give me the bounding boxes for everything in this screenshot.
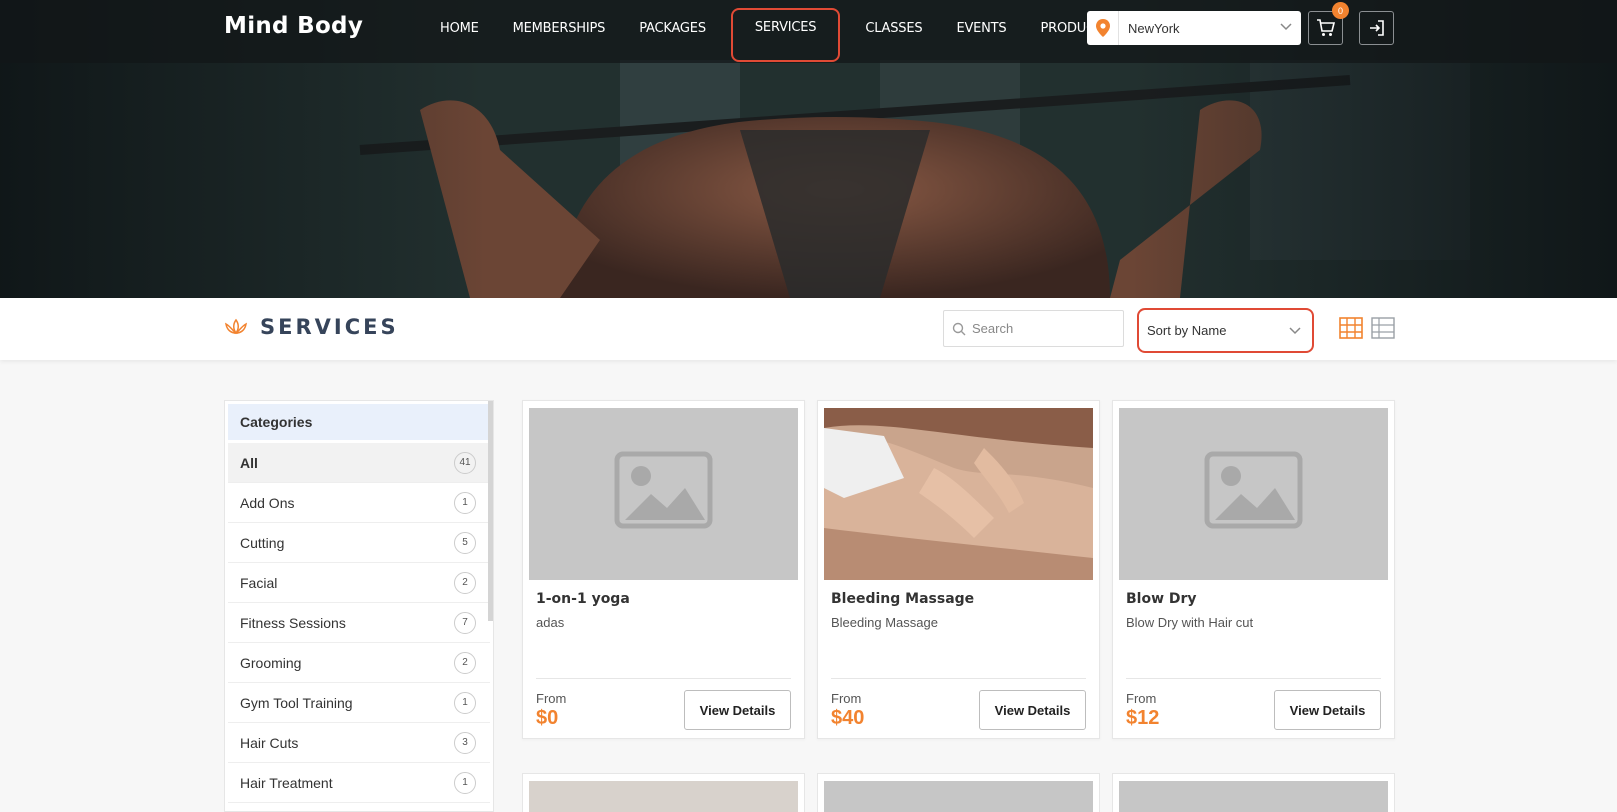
category-grooming[interactable]: Grooming 2 — [228, 643, 490, 683]
page-title-text: SERVICES — [260, 315, 399, 339]
cart-icon — [1316, 19, 1335, 36]
service-card[interactable] — [817, 773, 1100, 812]
category-add-ons[interactable]: Add Ons 1 — [228, 483, 490, 523]
chevron-down-icon — [1279, 19, 1301, 37]
image-placeholder — [1119, 408, 1388, 580]
service-price: $0 — [536, 707, 559, 729]
image-placeholder-icon — [614, 451, 713, 529]
view-details-button[interactable]: View Details — [684, 690, 791, 730]
price-from-label: From — [1126, 691, 1157, 706]
service-card[interactable] — [522, 773, 805, 812]
login-button[interactable] — [1359, 11, 1394, 45]
image-placeholder — [529, 408, 798, 580]
search-icon — [952, 322, 966, 335]
location-selector[interactable]: NewYork — [1087, 11, 1301, 45]
service-card[interactable]: 1-on-1 yoga adas From $0 View Details — [522, 400, 805, 739]
massage-photo — [824, 408, 1093, 580]
category-count: 41 — [454, 451, 476, 474]
card-divider — [536, 678, 791, 679]
service-title: 1-on-1 yoga — [536, 591, 630, 607]
category-name: Facial — [240, 574, 278, 591]
category-name: Add Ons — [240, 494, 295, 511]
category-count: 2 — [454, 571, 476, 594]
service-title: Blow Dry — [1126, 591, 1197, 607]
category-count: 1 — [454, 691, 476, 714]
service-price: $12 — [1126, 707, 1160, 729]
nav-packages[interactable]: PACKAGES — [622, 0, 723, 56]
list-view-icon[interactable] — [1371, 317, 1395, 339]
price-from-label: From — [831, 691, 862, 706]
brand-logo[interactable]: Mind Body — [224, 13, 363, 39]
view-details-button[interactable]: View Details — [979, 690, 1086, 730]
nav-memberships[interactable]: MEMBERSHIPS — [496, 0, 623, 56]
chevron-down-icon — [1289, 326, 1301, 334]
card-divider — [831, 678, 1086, 679]
cart-button[interactable]: 0 — [1308, 2, 1349, 45]
service-card[interactable]: Blow Dry Blow Dry with Hair cut From $12… — [1112, 400, 1395, 739]
view-details-button[interactable]: View Details — [1274, 690, 1381, 730]
category-count: 1 — [454, 771, 476, 794]
sidebar-scrollbar[interactable] — [488, 401, 493, 621]
category-name: Gym Tool Training — [240, 694, 353, 711]
nav-home[interactable]: HOME — [423, 0, 496, 56]
cart-count-badge: 0 — [1332, 2, 1349, 19]
category-name: Grooming — [240, 654, 302, 671]
service-photo — [529, 781, 798, 812]
lotus-icon — [225, 318, 247, 335]
search-box[interactable] — [943, 310, 1124, 347]
location-value: NewYork — [1128, 20, 1180, 36]
hero-banner: Mind Body HOME MEMBERSHIPS PACKAGES SERV… — [0, 0, 1617, 298]
main-nav: HOME MEMBERSHIPS PACKAGES SERVICES CLASS… — [423, 0, 1128, 62]
image-placeholder — [824, 781, 1093, 812]
top-navigation-bar: Mind Body HOME MEMBERSHIPS PACKAGES SERV… — [0, 0, 1617, 63]
category-hair-cuts[interactable]: Hair Cuts 3 — [228, 723, 490, 763]
sort-dropdown[interactable]: Sort by Name — [1137, 308, 1314, 353]
location-pin-icon — [1087, 11, 1119, 45]
page-toolbar: SERVICES Sort by Name — [0, 298, 1617, 360]
search-input[interactable] — [972, 321, 1122, 336]
service-card[interactable] — [1112, 773, 1395, 812]
service-title: Bleeding Massage — [831, 591, 975, 607]
price-from-label: From — [536, 691, 567, 706]
categories-heading: Categories — [228, 404, 490, 440]
category-gym-tool-training[interactable]: Gym Tool Training 1 — [228, 683, 490, 723]
category-name: Hair Cuts — [240, 734, 299, 751]
category-fitness-sessions[interactable]: Fitness Sessions 7 — [228, 603, 490, 643]
service-description: Blow Dry with Hair cut — [1126, 615, 1254, 630]
category-count: 1 — [454, 491, 476, 514]
nav-services[interactable]: SERVICES — [730, 8, 841, 62]
nav-classes[interactable]: CLASSES — [848, 0, 939, 56]
grid-view-icon[interactable] — [1339, 317, 1363, 339]
category-name: Hair Treatment — [240, 774, 333, 791]
nav-events[interactable]: EVENTS — [939, 0, 1023, 56]
service-description: Bleeding Massage — [831, 615, 938, 630]
service-description: adas — [536, 615, 565, 630]
category-count: 3 — [454, 731, 476, 754]
image-placeholder-icon — [1204, 451, 1303, 529]
sort-value: Sort by Name — [1147, 323, 1227, 338]
service-price: $40 — [831, 707, 865, 729]
category-cutting[interactable]: Cutting 5 — [228, 523, 490, 563]
image-placeholder — [1119, 781, 1388, 812]
category-all[interactable]: All 41 — [228, 443, 490, 483]
category-count: 2 — [454, 651, 476, 674]
category-name: All — [240, 454, 258, 471]
massage-image — [824, 408, 1093, 580]
categories-panel: Categories All 41 Add Ons 1 Cutting 5 Fa… — [224, 400, 494, 812]
category-count: 5 — [454, 531, 476, 554]
login-icon — [1369, 20, 1384, 36]
category-name: Fitness Sessions — [240, 614, 346, 631]
page-title: SERVICES — [224, 315, 399, 339]
category-name: Cutting — [240, 534, 285, 551]
category-count: 7 — [454, 611, 476, 634]
category-facial[interactable]: Facial 2 — [228, 563, 490, 603]
service-card[interactable]: Bleeding Massage Bleeding Massage From $… — [817, 400, 1100, 739]
category-hair-treatment[interactable]: Hair Treatment 1 — [228, 763, 490, 803]
card-divider — [1126, 678, 1381, 679]
